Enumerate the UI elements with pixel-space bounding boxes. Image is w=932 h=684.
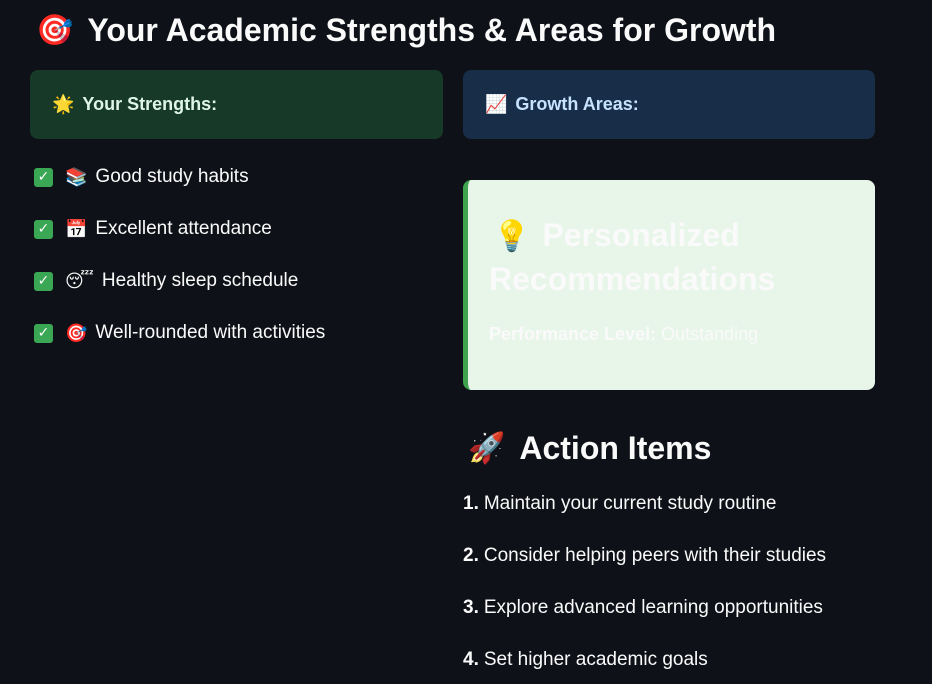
target-icon: 🎯 (36, 12, 74, 48)
check-mark-icon: ✓ (34, 219, 53, 239)
books-icon: 📚 (65, 166, 88, 188)
sleeping-face-icon: 😴 (65, 270, 94, 292)
performance-level-label: Performance Level: (489, 324, 657, 344)
performance-level: Performance Level: Outstanding (489, 324, 855, 345)
list-item: ✓ 📅 Excellent attendance (34, 203, 325, 255)
list-item: ✓ 😴 Healthy sleep schedule (34, 255, 325, 307)
app-page: 🎯 Your Academic Strengths & Areas for Gr… (0, 0, 932, 684)
strengths-card-label: Your Strengths: (82, 94, 218, 114)
check-mark-icon: ✓ (34, 167, 53, 187)
action-items-heading: 🚀 Action Items (468, 426, 711, 470)
strengths-card: 🌟 Your Strengths: (30, 70, 443, 139)
action-text: Set higher academic goals (483, 649, 708, 670)
chart-increasing-icon: 📈 (485, 94, 508, 115)
action-text: Maintain your current study routine (483, 493, 777, 514)
action-text: Consider helping peers with their studie… (483, 545, 827, 566)
item-number: 2. (463, 545, 479, 566)
check-mark-icon: ✓ (34, 323, 53, 343)
page-title-text: Your Academic Strengths & Areas for Grow… (87, 11, 777, 48)
recommendations-title: 💡 Personalized Recommendations (489, 214, 855, 300)
recommendations-title-text: Personalized Recommendations (489, 217, 776, 297)
recommendations-card: 💡 Personalized Recommendations Performanc… (463, 180, 875, 390)
list-item: 3. Explore advanced learning opportuniti… (463, 582, 826, 634)
light-bulb-icon: 💡 (493, 219, 531, 254)
performance-level-value: Outstanding (661, 324, 759, 344)
strength-text: Excellent attendance (95, 218, 272, 239)
calendar-icon: 📅 (65, 218, 88, 240)
page-title: 🎯 Your Academic Strengths & Areas for Gr… (36, 8, 776, 52)
rocket-icon: 🚀 (468, 430, 506, 466)
list-item: ✓ 🎯 Well-rounded with activities (34, 307, 325, 359)
list-item: 1. Maintain your current study routine (463, 478, 826, 530)
growth-areas-card: 📈 Growth Areas: (463, 70, 875, 139)
growth-areas-card-label: Growth Areas: (515, 94, 639, 114)
list-item: 4. Set higher academic goals (463, 634, 826, 684)
strength-text: Good study habits (95, 166, 249, 187)
strength-text: Healthy sleep schedule (101, 270, 299, 291)
action-text: Explore advanced learning opportunities (483, 597, 823, 618)
strength-text: Well-rounded with activities (95, 322, 326, 343)
action-items-list: 1. Maintain your current study routine 2… (463, 480, 826, 684)
list-item: 2. Consider helping peers with their stu… (463, 530, 826, 582)
glowing-star-icon: 🌟 (52, 94, 75, 115)
item-number: 1. (463, 493, 479, 514)
target-icon: 🎯 (65, 322, 88, 344)
list-item: ✓ 📚 Good study habits (34, 151, 325, 203)
strengths-list: ✓ 📚 Good study habits ✓ 📅 Excellent atte… (34, 162, 325, 370)
item-number: 4. (463, 649, 479, 670)
check-mark-icon: ✓ (34, 271, 53, 291)
action-items-title: Action Items (519, 429, 712, 466)
item-number: 3. (463, 597, 479, 618)
